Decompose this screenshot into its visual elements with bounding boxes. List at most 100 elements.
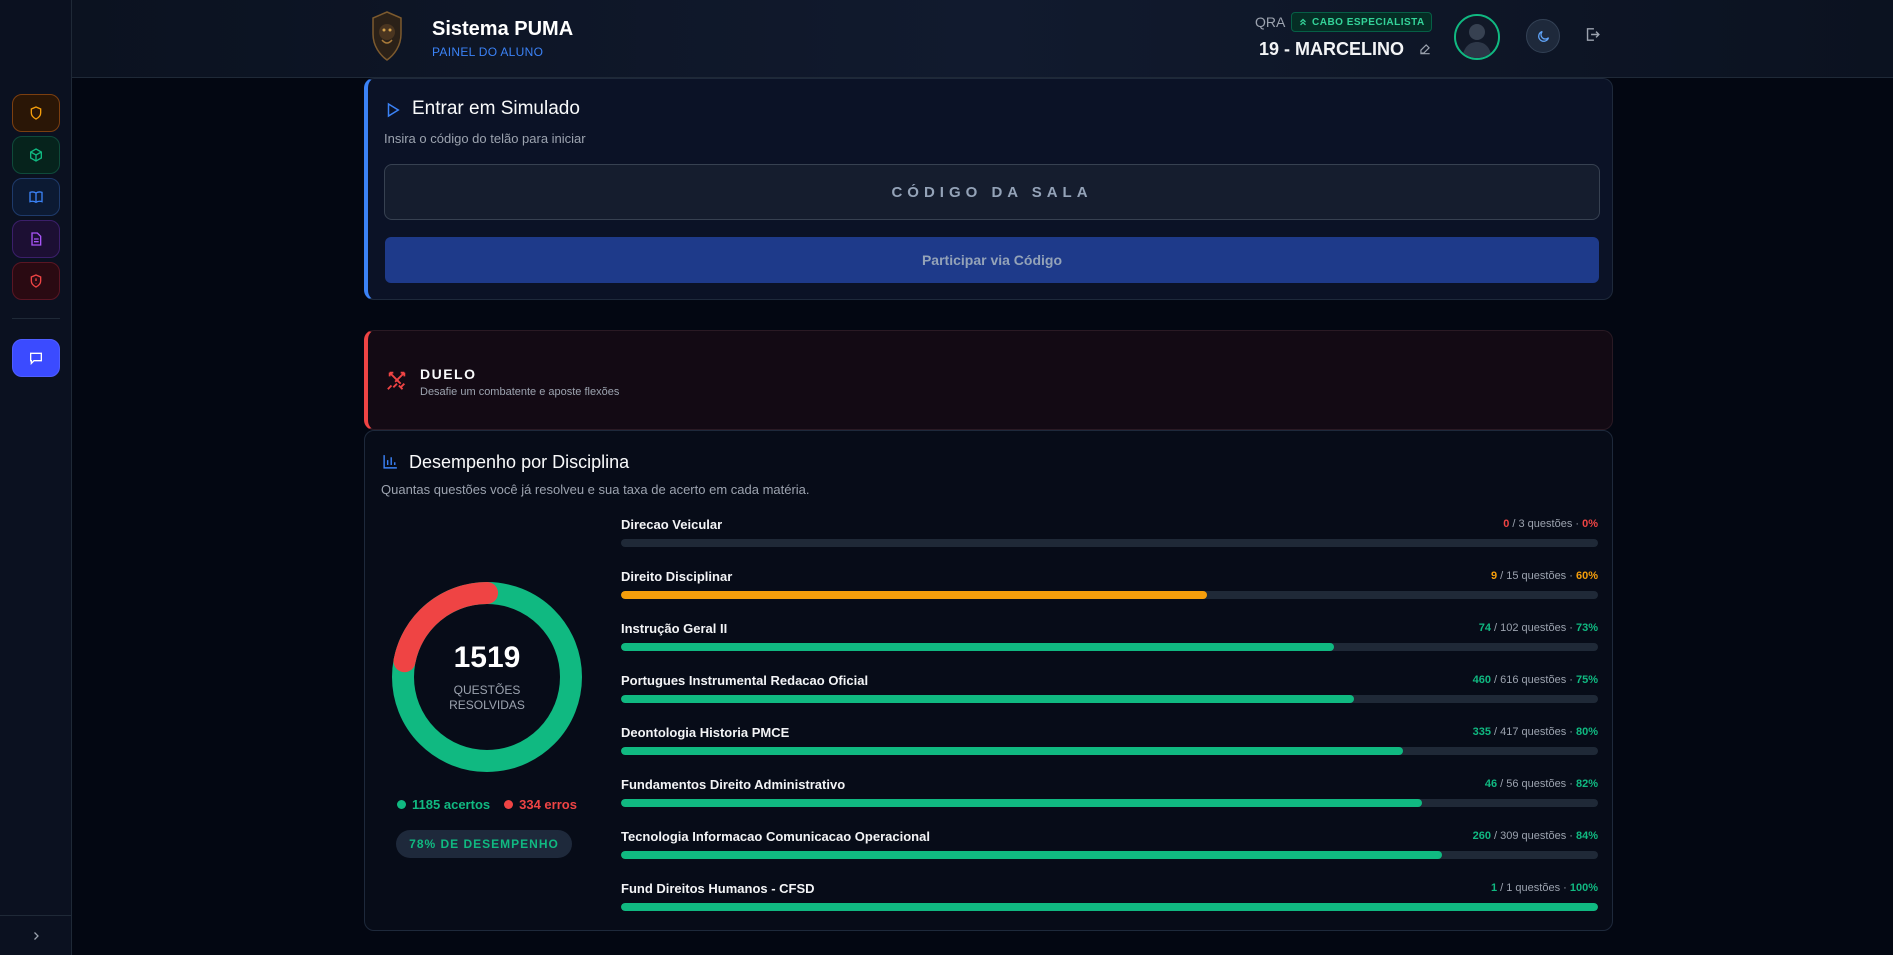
sidebar-item-cube[interactable] <box>12 136 60 174</box>
score-badge: 78% DE DESEMPENHO <box>396 830 572 858</box>
donut-legend: 1185 acertos 334 erros <box>389 797 585 812</box>
subject-total-text: / 15 questões · <box>1497 570 1576 582</box>
header: Sistema PUMA PAINEL DO ALUNO QRA CABO ES… <box>72 0 1893 78</box>
chevron-right-icon <box>34 931 39 940</box>
room-code-input[interactable] <box>384 164 1600 220</box>
app-title: Sistema PUMA <box>432 18 574 40</box>
wrong-count-label: 334 erros <box>519 797 577 812</box>
subject-progress-fill <box>621 799 1423 807</box>
subject-row: Tecnologia Informacao Comunicacao Operac… <box>621 829 1598 869</box>
subject-stats: 260 / 309 questões · 84% <box>1473 830 1598 842</box>
subject-correct-count: 46 <box>1484 778 1498 790</box>
theme-toggle-button[interactable] <box>1526 19 1560 53</box>
crossed-swords-icon <box>387 371 406 390</box>
cube-icon <box>30 148 42 162</box>
double-chevron-up-icon <box>1300 18 1306 26</box>
performance-donut <box>391 582 582 772</box>
sidebar <box>0 0 72 955</box>
subject-progress-fill <box>621 643 1335 651</box>
subject-total-text: / 56 questões · <box>1497 778 1576 790</box>
total-label-line-1: QUESTÕES <box>453 683 521 697</box>
sidebar-expand-button[interactable] <box>0 915 72 955</box>
simulado-card: Entrar em Simulado Insira o código do te… <box>364 78 1613 300</box>
qra-label: QRA <box>1255 14 1286 30</box>
subject-percent: 82% <box>1575 778 1598 790</box>
sidebar-item-shield[interactable] <box>12 94 60 132</box>
shield-alert-icon <box>30 274 42 288</box>
play-icon <box>387 102 400 118</box>
subject-row: Direcao Veicular 0 / 3 questões · 0% <box>621 517 1598 557</box>
sidebar-item-document[interactable] <box>12 220 60 258</box>
donut-wrong-segment <box>391 582 582 772</box>
subject-name: Fundamentos Direito Administrativo <box>621 777 846 792</box>
subject-name: Tecnologia Informacao Comunicacao Operac… <box>621 829 930 844</box>
subject-stats: 9 / 15 questões · 60% <box>1491 570 1598 582</box>
app-subtitle: PAINEL DO ALUNO <box>432 45 544 59</box>
subject-progress-track <box>621 539 1598 547</box>
subject-progress-track <box>621 851 1598 859</box>
subject-correct-count: 74 <box>1478 622 1491 634</box>
sidebar-item-alert[interactable] <box>12 262 60 300</box>
subject-progress-fill <box>621 851 1442 859</box>
sidebar-item-chat[interactable] <box>12 339 60 377</box>
subject-percent: 60% <box>1575 570 1598 582</box>
subject-total-text: / 309 questões · <box>1490 830 1576 842</box>
subject-row: Direito Disciplinar 9 / 15 questões · 60% <box>621 569 1598 609</box>
performance-subtitle: Quantas questões você já resolveu e sua … <box>381 482 810 497</box>
user-avatar-icon <box>1456 16 1498 58</box>
subject-row: Fund Direitos Humanos - CFSD 1 / 1 questõ… <box>621 881 1598 921</box>
subject-percent: 73% <box>1575 622 1598 634</box>
subject-percent: 84% <box>1575 830 1598 842</box>
subject-stats: 1 / 1 questões · 100% <box>1491 882 1598 894</box>
subject-name: Fund Direitos Humanos - CFSD <box>621 881 815 896</box>
book-icon <box>29 191 43 204</box>
subject-row: Instrução Geral II 74 / 102 questões · 73… <box>621 621 1598 661</box>
subject-correct-count: 460 <box>1472 674 1491 686</box>
subject-progress-fill <box>621 591 1208 599</box>
legend-wrong: 334 erros <box>504 797 577 812</box>
rank-label: CABO ESPECIALISTA <box>1312 16 1425 28</box>
subject-percent: 75% <box>1575 674 1598 686</box>
subject-progress-track <box>621 747 1598 755</box>
total-questions-label: QUESTÕES RESOLVIDAS <box>389 683 585 713</box>
total-label-line-2: RESOLVIDAS <box>449 698 525 712</box>
subject-stats: 74 / 102 questões · 73% <box>1479 622 1598 634</box>
edit-icon[interactable] <box>1418 42 1432 56</box>
subject-correct-count: 260 <box>1472 830 1491 842</box>
subject-name: Deontologia Historia PMCE <box>621 725 790 740</box>
correct-count-label: 1185 acertos <box>412 797 491 812</box>
legend-correct: 1185 acertos <box>397 797 490 812</box>
avatar[interactable] <box>1454 14 1500 60</box>
bar-chart-icon <box>383 455 397 469</box>
subject-progress-track <box>621 591 1598 599</box>
subject-total-text: / 1 questões · <box>1497 882 1570 894</box>
total-questions: 1519 <box>453 641 521 674</box>
subject-stats: 0 / 3 questões · 0% <box>1503 518 1598 530</box>
simulado-subtitle: Insira o código do telão para iniciar <box>384 131 586 146</box>
subject-progress-fill <box>621 747 1403 755</box>
subject-row: Portugues Instrumental Redacao Oficial 46… <box>621 673 1598 713</box>
subject-progress-track <box>621 695 1598 703</box>
shield-icon <box>30 106 42 120</box>
subject-stats: 335 / 417 questões · 80% <box>1473 726 1598 738</box>
simulado-title: Entrar em Simulado <box>412 98 580 119</box>
subject-total-text: / 417 questões · <box>1490 726 1576 738</box>
moon-icon <box>1537 30 1549 42</box>
sidebar-item-book[interactable] <box>12 178 60 216</box>
join-by-code-button[interactable]: Participar via Código <box>385 237 1599 283</box>
performance-card: Desempenho por Disciplina Quantas questõ… <box>364 430 1613 931</box>
subject-stats: 460 / 616 questões · 75% <box>1473 674 1598 686</box>
subject-name: Portugues Instrumental Redacao Oficial <box>621 673 869 688</box>
puma-logo-icon <box>372 11 402 61</box>
duel-card[interactable]: DUELO Desafie um combatente e aposte fle… <box>364 330 1613 430</box>
subject-correct-count: 335 <box>1472 726 1491 738</box>
logout-icon[interactable] <box>1584 26 1601 43</box>
subject-name: Direcao Veicular <box>621 517 723 532</box>
subject-stats: 46 / 56 questões · 82% <box>1485 778 1598 790</box>
subject-percent: 80% <box>1575 726 1598 738</box>
subject-progress-fill <box>621 695 1354 703</box>
subject-percent: 100% <box>1569 882 1598 894</box>
duel-subtitle: Desafie um combatente e aposte flexões <box>420 386 620 398</box>
subject-row: Deontologia Historia PMCE 335 / 417 quest… <box>621 725 1598 765</box>
subject-row: Fundamentos Direito Administrativo 46 / 5… <box>621 777 1598 817</box>
